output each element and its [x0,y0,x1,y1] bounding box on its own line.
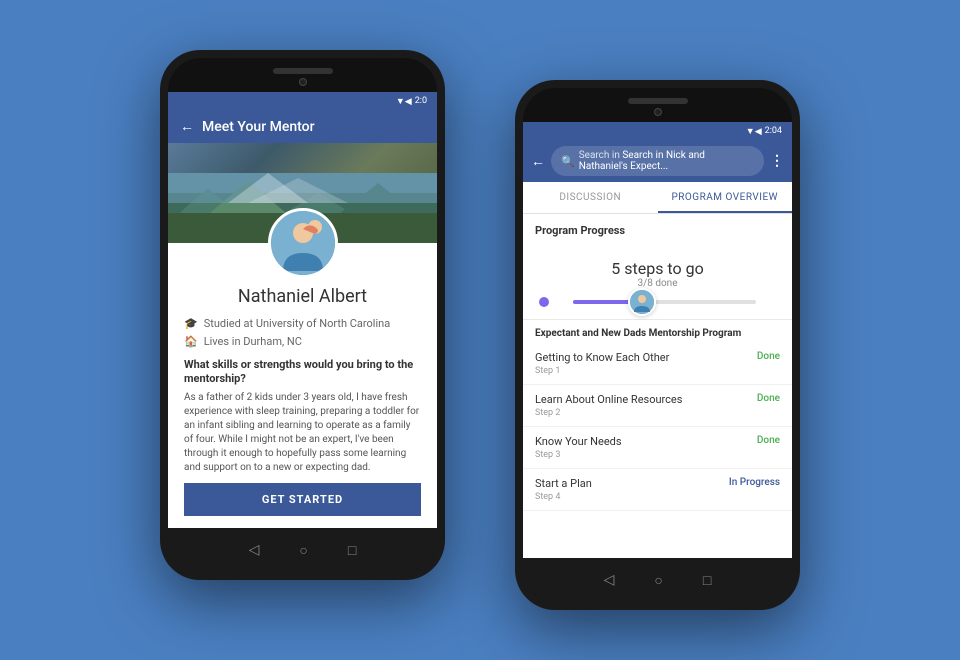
profile-question: What skills or strengths would you bring… [184,358,421,387]
profile-detail-location: 🏠 Lives in Durham, NC [184,335,421,348]
phone-left-speaker [273,68,333,74]
step-2-info: Learn About Online Resources Step 2 [535,393,682,418]
location-text: Lives in Durham, NC [204,335,302,348]
back-icon-right[interactable]: ← [531,153,545,170]
search-bar[interactable]: 🔍 Search in Search in Nick and Nathaniel… [551,146,764,176]
tab-program-overview[interactable]: PROGRAM OVERVIEW [658,182,793,213]
phone-left-camera [299,78,307,86]
home-nav-right[interactable]: ○ [654,572,662,589]
program-progress-title: Program Progress [535,224,780,237]
step-2-status: Done [757,393,780,404]
left-app-header: ← Meet Your Mentor [168,110,437,143]
search-highlight: Search in Nick and Nathaniel's Expect... [579,150,705,172]
avatar-container [168,208,437,278]
program-progress-section: Program Progress [523,214,792,251]
phone-left-inner: ▼◀ 2:0 ← Meet Your Mentor [168,58,437,572]
program-label: Expectant and New Dads Mentorship Progra… [523,320,792,343]
step-2-num: Step 2 [535,408,682,418]
step-item-3: Know Your Needs Step 3 Done [523,427,792,469]
step-3-num: Step 3 [535,450,622,460]
tab-discussion[interactable]: DISCUSSION [523,182,658,213]
status-bar-right: ▼◀ 2:04 [523,122,792,140]
progress-bar-track [573,300,756,304]
right-app-header: ← 🔍 Search in Search in Nick and Nathani… [523,140,792,182]
step-3-name: Know Your Needs [535,435,622,448]
step-1-name: Getting to Know Each Other [535,351,669,364]
time-left: 2:0 [415,96,427,106]
phone-right-speaker [628,98,688,104]
step-item-1: Getting to Know Each Other Step 1 Done [523,343,792,385]
phone-right-bottom: ◁ ○ □ [523,558,792,602]
step-2-name: Learn About Online Resources [535,393,682,406]
done-text: 3/8 done [535,278,780,289]
profile-answer: As a father of 2 kids under 3 years old,… [184,391,421,475]
step-4-status: In Progress [729,477,780,488]
progress-bar-container [535,297,780,307]
tabs-container: DISCUSSION PROGRAM OVERVIEW [523,182,792,214]
signal-icon: ▼◀ [396,96,412,107]
phone-right-inner: ▼◀ 2:04 ← 🔍 Search in Search in Nick and… [523,88,792,602]
steps-to-go: 5 steps to go [535,259,780,278]
step-3-info: Know Your Needs Step 3 [535,435,622,460]
phone-left: ▼◀ 2:0 ← Meet Your Mentor [160,50,445,580]
location-icon: 🏠 [184,335,198,348]
education-text: Studied at University of North Carolina [204,317,391,330]
profile-name: Nathaniel Albert [184,286,421,307]
time-right: 2:04 [765,126,782,136]
profile-content: Nathaniel Albert 🎓 Studied at University… [168,278,437,528]
step-1-info: Getting to Know Each Other Step 1 [535,351,669,376]
get-started-button[interactable]: GET STARTED [184,483,421,516]
progress-dot-start [539,297,549,307]
profile-detail-education: 🎓 Studied at University of North Carolin… [184,317,421,330]
step-1-num: Step 1 [535,366,669,376]
search-icon: 🔍 [561,155,575,168]
phone-right-camera [654,108,662,116]
home-nav-left[interactable]: ○ [299,542,307,559]
meet-mentor-title: Meet Your Mentor [202,119,315,135]
step-1-status: Done [757,351,780,362]
step-4-num: Step 4 [535,492,592,502]
phone-left-bottom: ◁ ○ □ [168,528,437,572]
phones-container: ▼◀ 2:0 ← Meet Your Mentor [130,20,830,640]
step-3-status: Done [757,435,780,446]
back-icon-left[interactable]: ← [180,118,194,135]
search-placeholder: Search in Search in Nick and Nathaniel's… [579,150,754,172]
phone-left-screen: ▼◀ 2:0 ← Meet Your Mentor [168,92,437,528]
step-4-info: Start a Plan Step 4 [535,477,592,502]
recent-nav-left[interactable]: □ [348,542,356,559]
education-icon: 🎓 [184,317,198,330]
step-4-name: Start a Plan [535,477,592,490]
avatar [268,208,338,278]
progress-card: 5 steps to go 3/8 done [523,251,792,320]
menu-icon[interactable]: ⋮ [770,153,784,169]
back-nav-left[interactable]: ◁ [249,542,260,558]
progress-avatar [628,288,656,316]
step-item-4: Start a Plan Step 4 In Progress [523,469,792,511]
phone-right: ▼◀ 2:04 ← 🔍 Search in Search in Nick and… [515,80,800,610]
signal-icon-right: ▼◀ [746,126,762,137]
phone-right-screen: ▼◀ 2:04 ← 🔍 Search in Search in Nick and… [523,122,792,558]
recent-nav-right[interactable]: □ [703,572,711,589]
step-item-2: Learn About Online Resources Step 2 Done [523,385,792,427]
status-bar-left: ▼◀ 2:0 [168,92,437,110]
back-nav-right[interactable]: ◁ [604,572,615,588]
